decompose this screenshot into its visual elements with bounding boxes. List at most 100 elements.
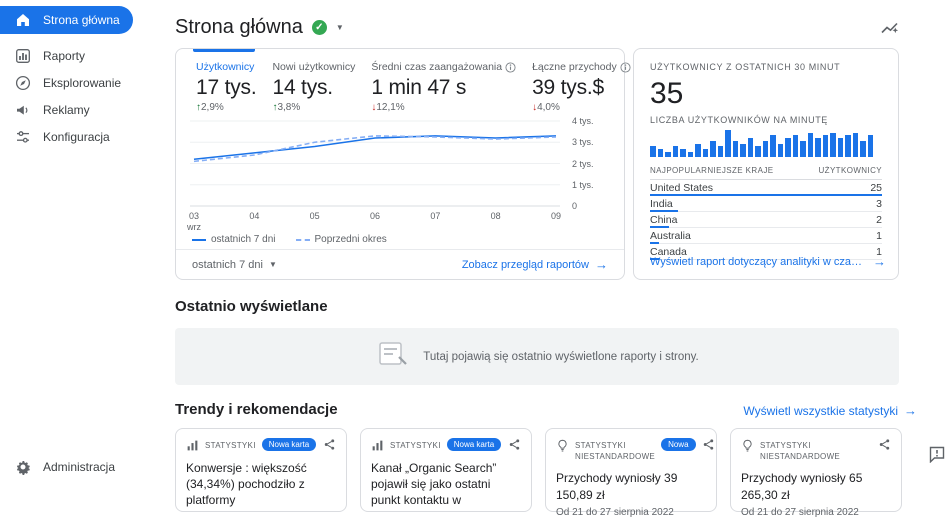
insight-card[interactable]: STATYSTYKI Nowa karta Kanał „Organic Sea… (360, 428, 532, 512)
realtime-title: UŻYTKOWNICY Z OSTATNICH 30 MINUT (650, 62, 882, 72)
country-name: India (650, 198, 673, 210)
users-per-minute-bar-chart (650, 130, 882, 157)
new-card-badge: Nowa karta (447, 438, 501, 451)
new-card-badge: Nowa karta (262, 438, 316, 451)
sidebar-item-label: Eksplorowanie (43, 76, 121, 90)
solid-line-swatch (192, 239, 206, 241)
insight-card-header: STATYSTYKI NIESTANDARDOWE (741, 438, 891, 462)
realtime-report-link[interactable]: Wyświetl raport dotyczący analityki w cz… (650, 254, 886, 269)
share-icon[interactable] (878, 438, 891, 451)
chart-x-axis: 03wrz040506070809 (190, 211, 560, 229)
users-trend-chart: 4 tys.3 tys.2 tys.1 tys.0 03wrz040506070… (190, 117, 616, 247)
recently-viewed-empty-text: Tutaj pojawią się ostatnio wyświetlone r… (423, 351, 698, 363)
sidebar-item-label: Reklamy (43, 103, 90, 117)
metric-new-users[interactable]: Nowi użytkownicy 14 tys. ↑3,8% (272, 61, 355, 113)
insights-icon[interactable] (880, 18, 900, 43)
insight-text: Przychody wyniosły 65 265,30 zł (741, 470, 891, 502)
users-per-minute-label: LICZBA UŻYTKOWNIKÓW NA MINUTĘ (650, 115, 882, 125)
sidebar-item-configure[interactable]: Konfiguracja (0, 123, 135, 150)
chart-legend: ostatnich 7 dni Poprzedni okres (192, 234, 616, 245)
metric-label: Średni czas zaangażowania (371, 61, 516, 73)
info-icon[interactable] (620, 62, 631, 73)
page-header: Strona główna ✓ ▼ (175, 16, 344, 39)
main-content: Strona główna ✓ ▼ Użytkownicy 17 tys. ↑2… (135, 0, 950, 490)
right-arrow-icon: → (873, 254, 886, 269)
home-icon (15, 12, 31, 28)
feedback-icon[interactable] (928, 445, 946, 468)
country-name: United States (650, 182, 713, 194)
metric-engagement-time[interactable]: Średni czas zaangażowania 1 min 47 s ↓12… (371, 61, 516, 113)
right-arrow-icon: → (904, 403, 917, 418)
insight-text: Kanał „Organic Search” pojawił się jako … (371, 460, 521, 509)
country-name: China (650, 214, 677, 226)
sidebar-item-home[interactable]: Strona główna (0, 6, 133, 34)
chevron-down-icon[interactable]: ▼ (336, 23, 344, 32)
metric-label: Użytkownicy (196, 61, 256, 73)
metric-total-revenue[interactable]: Łączne przychody 39 tys.$ ↓4,0% (532, 61, 631, 113)
insight-card[interactable]: STATYSTYKI NIESTANDARDOWE Przychody wyni… (730, 428, 902, 512)
reports-overview-link[interactable]: Zobacz przegląd raportów → (462, 257, 608, 272)
countries-table-header: NAJPOPULARNIEJSZE KRAJE UŻYTKOWNICY (650, 166, 882, 180)
sidebar-item-label: Konfiguracja (43, 130, 110, 144)
country-row[interactable]: China 2 (650, 212, 882, 228)
overview-card-footer: ostatnich 7 dni ▼ Zobacz przegląd raport… (176, 249, 624, 279)
right-arrow-icon: → (595, 257, 608, 272)
countries-column-header: NAJPOPULARNIEJSZE KRAJE (650, 166, 773, 175)
country-row[interactable]: Australia 1 (650, 228, 882, 244)
status-check-icon[interactable]: ✓ (312, 20, 327, 35)
metrics-row: Użytkownicy 17 tys. ↑2,9% Nowi użytkowni… (196, 61, 616, 113)
metric-users[interactable]: Użytkownicy 17 tys. ↑2,9% (196, 61, 256, 113)
sidebar-item-admin[interactable]: Administracja (0, 453, 135, 480)
insight-bars-icon (186, 439, 199, 452)
country-users: 1 (876, 230, 882, 242)
share-icon[interactable] (323, 438, 336, 451)
new-badge: Nowa (661, 438, 695, 451)
country-row[interactable]: United States 25 (650, 180, 882, 196)
overview-card: Użytkownicy 17 tys. ↑2,9% Nowi użytkowni… (175, 48, 625, 280)
page-title: Strona główna (175, 16, 303, 39)
sidebar-item-reports[interactable]: Raporty (0, 42, 135, 69)
info-icon[interactable] (505, 62, 516, 73)
country-row[interactable]: India 3 (650, 196, 882, 212)
insight-bars-icon (371, 439, 384, 452)
sidebar-item-explore[interactable]: Eksplorowanie (0, 69, 135, 96)
country-users: 3 (876, 198, 882, 210)
metric-value: 39 tys.$ (532, 76, 631, 100)
share-icon[interactable] (508, 438, 521, 451)
lightbulb-icon (741, 439, 754, 452)
legend-previous-period: Poprzedni okres (296, 234, 387, 245)
metric-value: 1 min 47 s (371, 76, 516, 100)
share-icon[interactable] (702, 438, 715, 451)
megaphone-icon (15, 102, 31, 118)
recently-viewed-empty-state: Tutaj pojawią się ostatnio wyświetlone r… (175, 328, 899, 385)
sidebar-item-ads[interactable]: Reklamy (0, 96, 135, 123)
date-range-selector[interactable]: ostatnich 7 dni ▼ (192, 259, 277, 271)
sidebar: Strona główna Raporty Eksplorowanie Rekl… (0, 0, 135, 490)
insight-tag: STATYSTYKI (205, 438, 256, 451)
insights-section-title: Trendy i rekomendacje (175, 401, 338, 418)
metric-label: Łączne przychody (532, 61, 631, 73)
active-tab-indicator (193, 49, 255, 52)
insight-subtext: Od 21 do 27 sierpnia 2022 (556, 507, 706, 518)
insight-card-header: STATYSTYKI Nowa karta (186, 438, 336, 452)
chart-y-axis: 4 tys.3 tys.2 tys.1 tys.0 (566, 117, 610, 209)
insight-text: Przychody wyniosły 39 150,89 zł (556, 470, 706, 502)
country-users: 2 (876, 214, 882, 226)
users-column-header: UŻYTKOWNICY (818, 166, 882, 175)
sliders-icon (15, 129, 31, 145)
insight-subtext: Od 21 do 27 sierpnia 2022 (741, 507, 891, 518)
lightbulb-icon (556, 439, 569, 452)
view-all-insights-link[interactable]: Wyświetl wszystkie statystyki → (743, 403, 917, 418)
report-placeholder-icon (375, 340, 409, 373)
insight-card[interactable]: STATYSTYKI Nowa karta Konwersje : większ… (175, 428, 347, 512)
insight-card[interactable]: STATYSTYKI NIESTANDARDOWE Nowa Przychody… (545, 428, 717, 512)
metric-label: Nowi użytkownicy (272, 61, 355, 73)
sidebar-item-label: Strona główna (43, 13, 120, 27)
recently-viewed-title: Ostatnio wyświetlane (175, 298, 328, 315)
chevron-down-icon: ▼ (269, 260, 277, 269)
chart-plot (190, 117, 560, 209)
sidebar-item-label: Administracja (43, 460, 115, 474)
insight-text: Konwersje : większość (34,34%) pochodził… (186, 460, 336, 509)
insight-tag: STATYSTYKI NIESTANDARDOWE (575, 438, 655, 462)
metric-value: 14 tys. (272, 76, 355, 100)
